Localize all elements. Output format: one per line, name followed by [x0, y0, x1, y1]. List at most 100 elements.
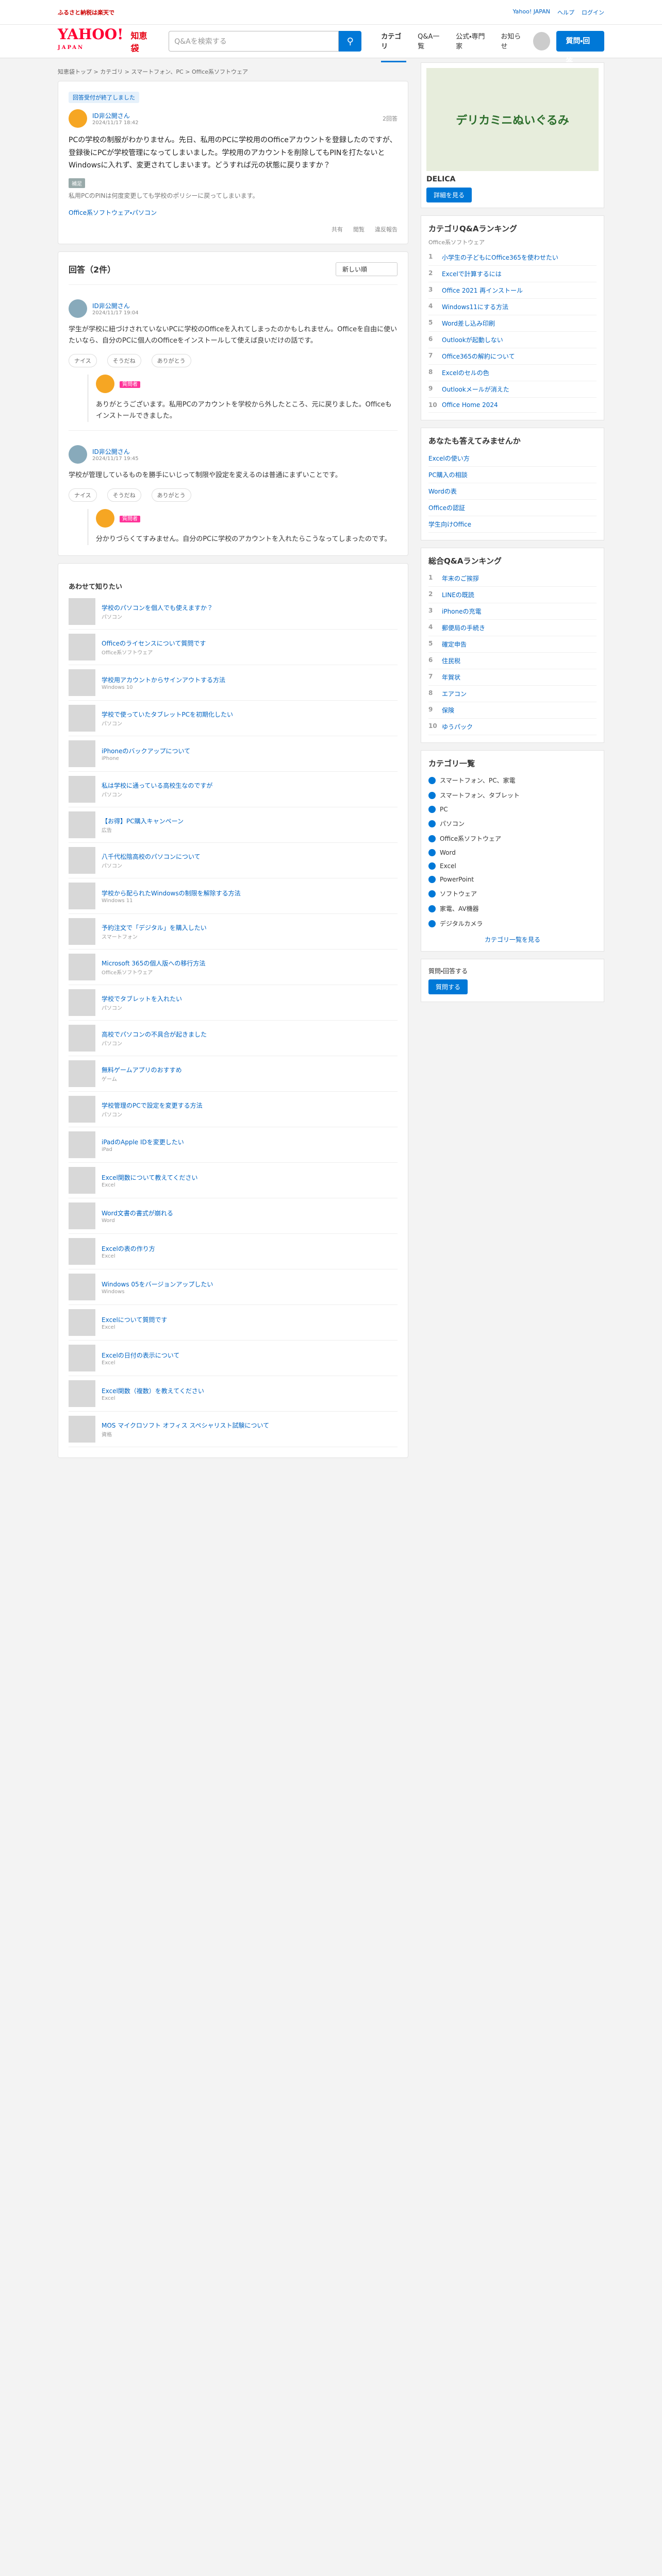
related-link[interactable]: Excelの日付の表示について [102, 1351, 179, 1360]
thanks-button[interactable]: ありがとう [151, 488, 191, 502]
related-item[interactable]: 【お得】PC購入キャンペーン 広告 [69, 807, 398, 843]
ranking-item[interactable]: 2 Excelで計算するには [428, 266, 597, 282]
ranking-item[interactable]: 10 Office Home 2024 [428, 398, 597, 413]
user-avatar[interactable] [69, 299, 87, 318]
related-link[interactable]: 私は学校に通っている高校生なのですが [102, 781, 212, 790]
related-link[interactable]: Word文書の書式が崩れる [102, 1209, 173, 1218]
ranking-link[interactable]: Excelのセルの色 [442, 368, 489, 377]
ranking-item[interactable]: 2 LINEの既読 [428, 587, 597, 603]
ranking-item[interactable]: 1 小学生の子どもにOffice365を使わせたい [428, 249, 597, 266]
category-item[interactable]: デジタルカメラ [428, 916, 597, 931]
related-item[interactable]: iPhoneのバックアップについて iPhone [69, 736, 398, 772]
related-link[interactable]: 高校でパソコンの不具合が起きました [102, 1030, 207, 1039]
thanks-button[interactable]: ありがとう [151, 353, 191, 367]
ranking-item[interactable]: 5 Word差し込み印刷 [428, 315, 597, 332]
related-link[interactable]: Excel関数（複数）を教えてください [102, 1386, 204, 1396]
related-item[interactable]: Windows 05をバージョンアップしたい Windows [69, 1269, 398, 1306]
ranking-item[interactable]: 3 Office 2021 再インストール [428, 282, 597, 299]
related-link[interactable]: 【お得】PC購入キャンペーン [102, 817, 184, 826]
ranking-link[interactable]: Excelで計算するには [442, 269, 502, 278]
ranking-item[interactable]: 3 iPhoneの充電 [428, 603, 597, 620]
category-item[interactable]: Excel [428, 859, 597, 873]
related-link[interactable]: Officeのライセンスについて質問です [102, 639, 206, 648]
category-label[interactable]: PC [440, 806, 448, 813]
nice-button[interactable]: ナイス [69, 353, 97, 367]
ranking-item[interactable]: 4 郵便局の手続き [428, 620, 597, 636]
ranking-link[interactable]: 保険 [442, 706, 454, 715]
suggest-link[interactable]: Wordの表 [428, 487, 457, 496]
nav-experts[interactable]: 公式・専門家 [456, 21, 489, 62]
related-link[interactable]: Windows 05をバージョンアップしたい [102, 1280, 213, 1289]
related-thumbnail[interactable] [69, 705, 95, 732]
ad-button[interactable]: 詳細を見る [426, 188, 472, 202]
related-item[interactable]: 学校で使っていたタブレットPCを初期化したい パソコン [69, 701, 398, 737]
breadcrumb[interactable]: 知恵袋トップ > カテゴリ > スマートフォン、PC > Office系ソフトウ… [58, 62, 408, 81]
related-item[interactable]: Officeのライセンスについて質問です Office系ソフトウェア [69, 630, 398, 666]
related-thumbnail[interactable] [69, 740, 95, 768]
nice-button[interactable]: ナイス [69, 488, 97, 502]
category-item[interactable]: スマートフォン、PC、家電 [428, 773, 597, 788]
category-item[interactable]: ソフトウェア [428, 886, 597, 901]
service-name[interactable]: 知恵袋 [130, 29, 154, 54]
category-item[interactable]: 家電、AV機器 [428, 901, 597, 916]
topbar-link-yahoo[interactable]: Yahoo! JAPAN [512, 8, 550, 16]
related-thumbnail[interactable] [69, 1202, 95, 1230]
related-item[interactable]: 八千代松陰高校のパソコンについて パソコン [69, 843, 398, 879]
ranking-item[interactable]: 8 Excelのセルの色 [428, 365, 597, 381]
ranking-item[interactable]: 7 Office365の解約について [428, 348, 597, 365]
ask-button[interactable]: 質問・回答 [556, 31, 605, 66]
category-item[interactable]: Word [428, 846, 597, 859]
category-label[interactable]: デジタルカメラ [440, 919, 483, 928]
sort-select[interactable]: 新しい順 [336, 262, 398, 276]
topbar-link-help[interactable]: ヘルプ [557, 8, 574, 16]
nav-news[interactable]: お知らせ [501, 21, 526, 62]
related-item[interactable]: Excel関数について教えてください Excel [69, 1163, 398, 1199]
related-link[interactable]: iPhoneのバックアップについて [102, 747, 190, 756]
ranking-link[interactable]: Office365の解約について [442, 352, 515, 361]
related-item[interactable]: Excel関数（複数）を教えてください Excel [69, 1376, 398, 1412]
related-thumbnail[interactable] [69, 1238, 95, 1265]
nav-qa-list[interactable]: Q&A一覧 [418, 21, 444, 62]
category-item[interactable]: PowerPoint [428, 873, 597, 886]
related-thumbnail[interactable] [69, 883, 95, 910]
category-label[interactable]: スマートフォン、タブレット [440, 791, 520, 800]
related-item[interactable]: 学校管理のPCで設定を変更する方法 パソコン [69, 1092, 398, 1128]
related-link[interactable]: Excelについて質問です [102, 1315, 167, 1325]
suggest-item[interactable]: Excelの使い方 [428, 450, 597, 467]
user-avatar[interactable] [96, 374, 114, 393]
related-item[interactable]: 高校でパソコンの不具合が起きました パソコン [69, 1021, 398, 1057]
user-name[interactable]: ID非公開さん [92, 301, 139, 310]
related-item[interactable]: MOS マイクロソフト オフィス スペシャリスト試験について 資格 [69, 1412, 398, 1448]
related-thumbnail[interactable] [69, 1345, 95, 1372]
ranking-item[interactable]: 9 保険 [428, 702, 597, 719]
related-link[interactable]: 八千代松陰高校のパソコンについて [102, 852, 201, 861]
related-link[interactable]: 予約注文で「デジタル」を購入したい [102, 923, 207, 933]
related-thumbnail[interactable] [69, 776, 95, 803]
topbar-link-login[interactable]: ログイン [582, 8, 604, 16]
topbar-promo[interactable]: ふるさと納税は楽天で [58, 8, 114, 16]
category-item[interactable]: スマートフォン、タブレット [428, 788, 597, 803]
ranking-link[interactable]: iPhoneの充電 [442, 607, 482, 616]
related-thumbnail[interactable] [69, 1096, 95, 1123]
related-item[interactable]: iPadのApple IDを変更したい iPad [69, 1127, 398, 1163]
ranking-link[interactable]: ゆうパック [442, 722, 473, 731]
suggest-item[interactable]: PC購入の相談 [428, 467, 597, 483]
user-avatar[interactable] [69, 109, 87, 128]
ranking-item[interactable]: 9 Outlookメールが消えた [428, 381, 597, 398]
category-label[interactable]: PowerPoint [440, 876, 474, 883]
ranking-item[interactable]: 6 住民税 [428, 653, 597, 669]
category-label[interactable]: ソフトウェア [440, 889, 477, 898]
suggest-item[interactable]: Officeの認証 [428, 500, 597, 516]
related-thumbnail[interactable] [69, 954, 95, 981]
related-link[interactable]: 学校から配られたWindowsの制限を解除する方法 [102, 889, 241, 898]
nav-category[interactable]: カテゴリ [381, 21, 407, 62]
related-thumbnail[interactable] [69, 598, 95, 625]
suggest-item[interactable]: 学生向けOffice [428, 516, 597, 533]
related-item[interactable]: 学校でタブレットを入れたい パソコン [69, 985, 398, 1021]
ranking-link[interactable]: Office 2021 再インストール [442, 286, 523, 295]
related-link[interactable]: Excel関数について教えてください [102, 1173, 197, 1182]
category-label[interactable]: 家電、AV機器 [440, 904, 479, 913]
suggest-link[interactable]: Officeの認証 [428, 503, 465, 512]
ranking-link[interactable]: 郵便局の手続き [442, 623, 485, 632]
related-link[interactable]: iPadのApple IDを変更したい [102, 1138, 184, 1147]
